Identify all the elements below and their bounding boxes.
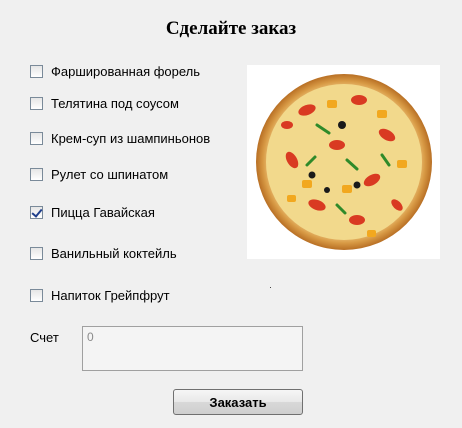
checkbox-label: Фаршированная форель [51,63,201,79]
form-title: Сделайте заказ [165,18,297,39]
checkbox-item-3[interactable]: Крем-суп из шампиньонов [30,130,210,146]
checkbox[interactable] [30,131,43,145]
checkbox-item-5[interactable]: Пицца Гавайская [30,204,155,220]
score-label: Счет [30,330,59,345]
checkbox[interactable] [30,288,43,302]
checkbox-item-1[interactable]: Фаршированная форель [30,63,200,79]
checkbox-item-6[interactable]: Ванильный коктейль [30,245,177,261]
checkbox-label: Напиток Грейпфрут [51,287,170,303]
checkbox[interactable] [30,96,43,110]
checkbox-label: Телятина под соусом [51,95,179,111]
checkbox-item-2[interactable]: Телятина под соусом [30,95,179,111]
pizza-image [247,65,440,259]
checkbox-item-7[interactable]: Напиток Грейпфрут [30,287,170,303]
checkbox-label: Рулет со шпинатом [51,166,169,182]
order-button[interactable]: Заказать [173,389,303,415]
checkbox[interactable] [30,246,43,260]
checkbox-label: Крем-суп из шампиньонов [51,130,211,146]
checkbox-item-4[interactable]: Рулет со шпинатом [30,166,168,182]
checkbox[interactable] [30,167,43,181]
checkbox[interactable] [30,64,43,78]
checkbox-checked[interactable] [30,205,43,219]
score-textbox[interactable]: 0 [82,326,303,371]
stray-pixel [270,287,271,288]
pizza-icon [256,74,432,250]
checkbox-label: Пицца Гавайская [51,204,155,220]
checkbox-label: Ванильный коктейль [51,245,177,261]
order-window: Сделайте заказ Фаршированная форель Теля… [0,0,462,428]
